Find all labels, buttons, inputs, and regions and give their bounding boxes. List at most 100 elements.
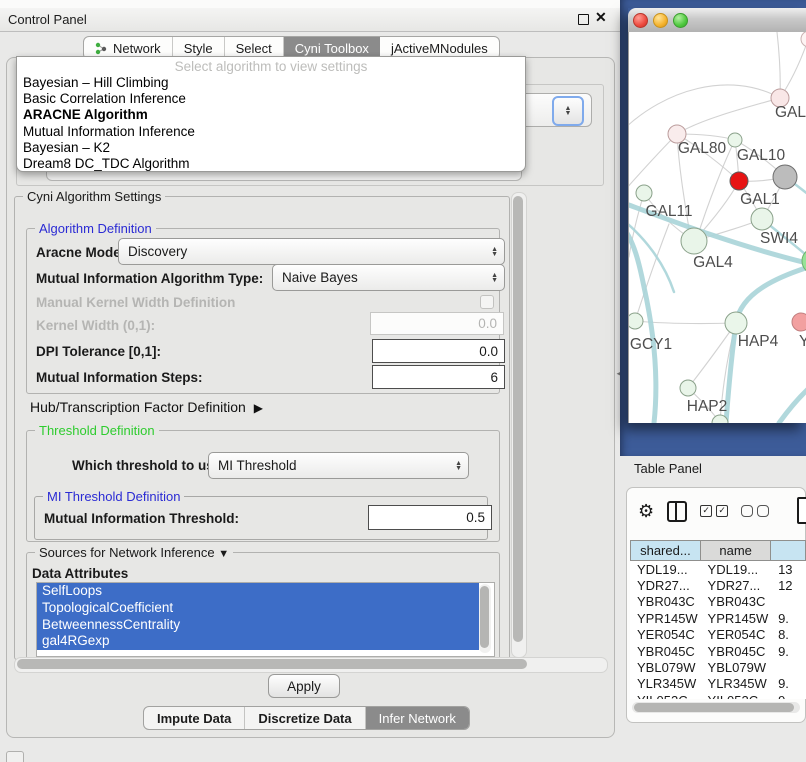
minimize-traffic-light-icon[interactable] <box>653 13 668 28</box>
network-window-titlebar[interactable] <box>628 8 806 33</box>
node-label: Y <box>799 333 806 350</box>
attribute-item[interactable]: SelfLoops <box>37 583 479 600</box>
table-cell: YDR27... <box>701 578 772 593</box>
table-header-row: shared...name <box>630 540 806 561</box>
algorithm-option[interactable]: Basic Correlation Inference <box>17 91 525 107</box>
attribute-item[interactable]: TopologicalCoefficient <box>37 600 479 617</box>
network-view[interactable]: GAL80GAL10GAL11GAL1SWI4GAL4GCY1HAP4HAP2G… <box>628 32 806 423</box>
node-label: GAL80 <box>678 140 727 157</box>
algorithm-definition-title: Algorithm Definition <box>35 221 156 236</box>
close-traffic-light-icon[interactable] <box>633 13 648 28</box>
which-threshold-label: Which threshold to use: <box>72 458 226 473</box>
table-cell: 8. <box>771 627 806 642</box>
table-row[interactable]: YBR045CYBR045C9. <box>630 643 806 659</box>
table-cell: YIL052C <box>630 693 701 699</box>
bottom-tab-infer-network[interactable]: Infer Network <box>366 707 469 729</box>
hub-definition-expander[interactable]: Hub/Transcription Factor Definition▶ <box>30 399 263 415</box>
apply-button[interactable]: Apply <box>268 674 340 698</box>
gear-icon[interactable]: ⚙ <box>638 501 654 521</box>
split-view-icon[interactable] <box>667 501 687 522</box>
table-row[interactable]: YDL19...YDL19...13 <box>630 561 806 577</box>
mi-steps-field[interactable]: 6 <box>372 365 505 389</box>
table-cell: YDL19... <box>701 562 772 577</box>
table-cell: YBR043C <box>701 594 772 609</box>
apply-button-label: Apply <box>287 679 321 694</box>
algorithm-option[interactable]: Bayesian – K2 <box>17 140 525 156</box>
unchecked-columns-icon[interactable] <box>741 505 769 517</box>
bottom-tab-discretize-data[interactable]: Discretize Data <box>245 707 365 729</box>
network-node[interactable] <box>636 185 652 201</box>
table-cell: 9 <box>771 693 806 699</box>
aracne-mode-value: Discovery <box>128 244 187 259</box>
network-node[interactable] <box>751 208 773 230</box>
algorithm-option[interactable]: ARACNE Algorithm <box>17 107 525 123</box>
data-attributes-label: Data Attributes <box>32 566 128 581</box>
table-header-cell[interactable]: shared... <box>630 540 701 561</box>
expanded-arrow-icon[interactable]: ▼ <box>218 548 229 560</box>
network-node[interactable] <box>681 228 707 254</box>
network-node[interactable] <box>730 172 748 190</box>
attribute-item[interactable]: BetweennessCentrality <box>37 617 479 634</box>
float-window-icon[interactable] <box>578 14 589 25</box>
dpi-tolerance-field[interactable]: 0.0 <box>372 339 505 363</box>
node-label: SWI4 <box>760 230 798 247</box>
network-node[interactable] <box>773 165 797 189</box>
attributes-scrollbar[interactable] <box>479 584 491 653</box>
tab-label: Cyni Toolbox <box>295 41 369 56</box>
table-row[interactable]: YBL079WYBL079W <box>630 659 806 675</box>
table-row[interactable]: YER054CYER054C8. <box>630 627 806 643</box>
cyni-settings-title: Cyni Algorithm Settings <box>23 189 165 204</box>
network-node[interactable] <box>629 313 643 329</box>
network-node[interactable] <box>725 312 747 334</box>
zoom-traffic-light-icon[interactable] <box>673 13 688 28</box>
network-node[interactable] <box>792 313 806 331</box>
table-cell: YER054C <box>701 627 772 642</box>
table-row[interactable]: YLR345WYLR345W9. <box>630 676 806 692</box>
bottom-tabbar: Impute DataDiscretize DataInfer Network <box>143 706 470 730</box>
network-graph: GAL80GAL10GAL11GAL1SWI4GAL4GCY1HAP4HAP2G… <box>629 32 806 423</box>
network-edge <box>629 85 780 130</box>
tab-label: Style <box>184 41 213 56</box>
node-label: GAL11 <box>645 203 692 220</box>
manual-kernel-checkbox[interactable] <box>480 295 494 309</box>
table-cell: YDL19... <box>630 562 701 577</box>
node-label: HAP4 <box>738 333 779 350</box>
kernel-width-field[interactable]: 0.0 <box>370 312 504 335</box>
algorithm-option[interactable]: Mutual Information Inference <box>17 124 525 140</box>
algorithm-option[interactable]: Dream8 DC_TDC Algorithm <box>17 156 525 172</box>
table-row[interactable]: YBR043CYBR043C <box>630 594 806 610</box>
file-icon[interactable] <box>797 497 806 524</box>
table-row[interactable]: YPR145WYPR145W9. <box>630 610 806 626</box>
network-edge <box>780 40 806 98</box>
table-row[interactable]: YDR27...YDR27...12 <box>630 577 806 593</box>
mi-type-combobox[interactable]: Naive Bayes ▲▼ <box>272 264 505 291</box>
mi-steps-value: 6 <box>490 370 498 385</box>
table-cell: YBR045C <box>701 644 772 659</box>
table-horizontal-scrollbar[interactable] <box>632 702 800 713</box>
table-cell: YBL079W <box>630 660 701 675</box>
network-node[interactable] <box>680 380 696 396</box>
attribute-item[interactable]: gal4RGexp <box>37 633 479 650</box>
algorithm-option[interactable]: Bayesian – Hill Climbing <box>17 75 525 91</box>
checked-columns-icon[interactable]: ✓✓ <box>700 505 728 517</box>
bottom-tab-impute-data[interactable]: Impute Data <box>144 707 245 729</box>
algorithm-dropdown-popup: Select algorithm to view settings Bayesi… <box>16 56 526 172</box>
network-node[interactable] <box>801 32 806 47</box>
settings-vertical-scrollbar[interactable] <box>511 192 527 658</box>
which-threshold-combobox[interactable]: MI Threshold ▲▼ <box>208 452 469 479</box>
close-icon[interactable]: ✕ <box>595 9 607 26</box>
network-icon <box>95 42 108 55</box>
table-row[interactable]: YIL052CYIL052C9 <box>630 692 806 699</box>
settings-horizontal-scrollbar[interactable] <box>14 657 608 673</box>
aracne-mode-combobox[interactable]: Discovery ▲▼ <box>118 238 505 265</box>
tab-label: jActiveMNodules <box>391 41 488 56</box>
corner-grip[interactable] <box>6 751 24 762</box>
node-label: GAL4 <box>693 254 733 271</box>
mi-type-value: Naive Bayes <box>282 270 358 285</box>
table-header-cell[interactable] <box>771 540 806 561</box>
mi-threshold-label: Mutual Information Threshold: <box>44 511 239 526</box>
network-node[interactable] <box>728 133 742 147</box>
combobox-arrow-button[interactable]: ▲▼ <box>552 96 584 126</box>
mi-threshold-field[interactable]: 0.5 <box>368 505 492 530</box>
table-header-cell[interactable]: name <box>701 540 772 561</box>
